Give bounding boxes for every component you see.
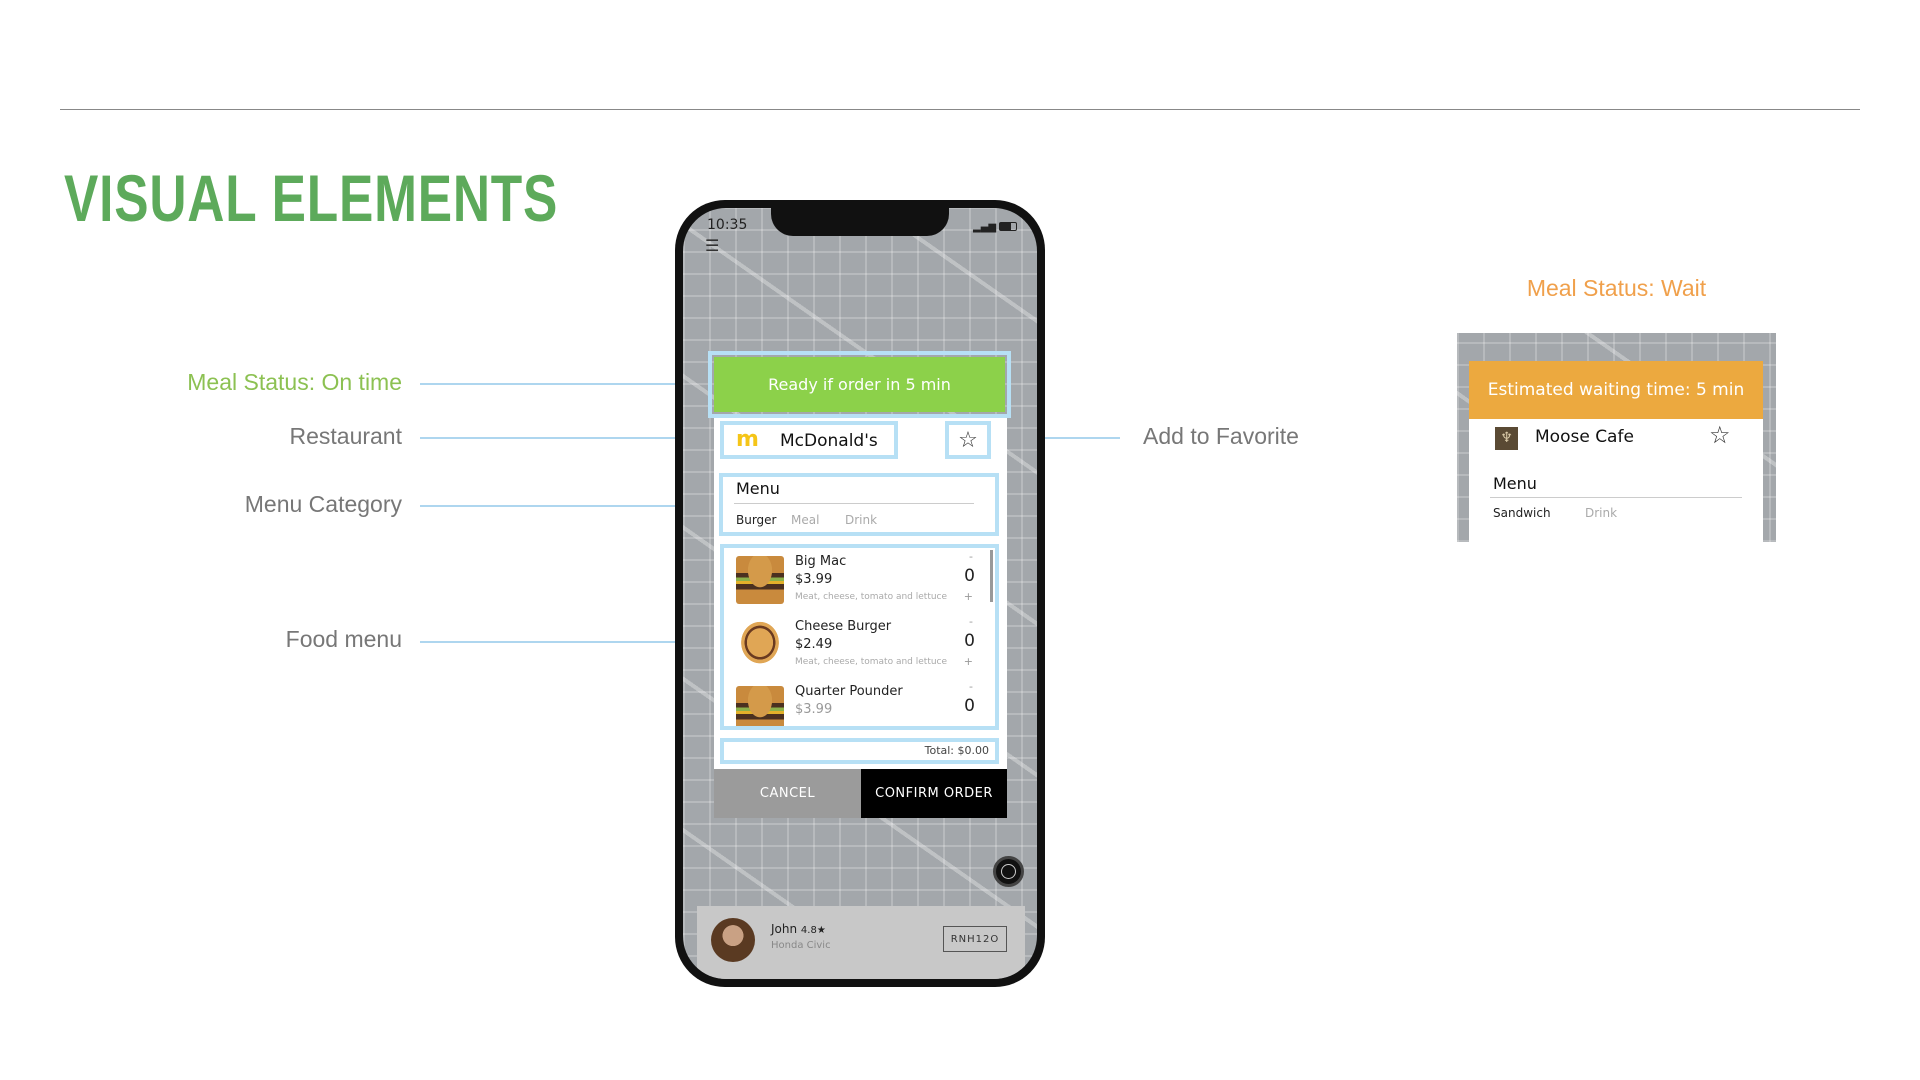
item-name: Cheese Burger bbox=[795, 619, 892, 634]
wait-state-preview: Estimated waiting time: 5 min ♆ Moose Ca… bbox=[1457, 333, 1776, 542]
meal-status-banner: Ready if order in 5 min bbox=[714, 357, 1005, 412]
crosshair-icon bbox=[1001, 864, 1016, 879]
decrement-button[interactable]: - bbox=[969, 615, 973, 628]
order-total: Total: $0.00 bbox=[720, 738, 999, 764]
list-item: Big Mac $3.99 Meat, cheese, tomato and l… bbox=[724, 548, 995, 613]
list-item: Quarter Pounder $3.99 - 0 bbox=[724, 678, 995, 726]
quantity: 0 bbox=[964, 631, 975, 651]
mcdonalds-logo-icon: m bbox=[736, 427, 759, 452]
label-meal-status-wait: Meal Status: Wait bbox=[1526, 275, 1707, 301]
leader-line bbox=[420, 383, 710, 385]
food-menu-list: Big Mac $3.99 Meat, cheese, tomato and l… bbox=[720, 544, 999, 730]
restaurant-box: m McDonald's bbox=[720, 421, 898, 459]
quantity: 0 bbox=[964, 696, 975, 716]
cancel-button[interactable]: CANCEL bbox=[714, 769, 861, 818]
license-plate: RNH12O bbox=[943, 926, 1007, 952]
menu-title: Menu bbox=[1493, 474, 1537, 493]
restaurant-name: Moose Cafe bbox=[1535, 427, 1634, 447]
item-price: $3.99 bbox=[795, 572, 833, 587]
label-menu-category: Menu Category bbox=[244, 491, 402, 517]
tab-burger[interactable]: Burger bbox=[736, 513, 777, 527]
favorite-star-icon[interactable]: ☆ bbox=[945, 421, 991, 459]
decrement-button[interactable]: - bbox=[969, 550, 973, 563]
driver-name: John bbox=[771, 922, 798, 936]
tab-drink[interactable]: Drink bbox=[1585, 506, 1617, 520]
tab-meal[interactable]: Meal bbox=[791, 513, 819, 527]
notch bbox=[771, 208, 949, 236]
label-add-to-favorite: Add to Favorite bbox=[1143, 423, 1299, 449]
tab-sandwich[interactable]: Sandwich bbox=[1493, 506, 1551, 520]
increment-button[interactable]: + bbox=[964, 655, 973, 668]
label-meal-status-on-time: Meal Status: On time bbox=[187, 369, 402, 395]
battery-icon bbox=[999, 222, 1017, 231]
page-title: VISUAL ELEMENTS bbox=[64, 161, 559, 235]
favorite-star-icon[interactable]: ☆ bbox=[1709, 421, 1731, 449]
big-mac-image bbox=[736, 556, 784, 604]
restaurant-name: McDonald's bbox=[780, 431, 878, 451]
item-description: Meat, cheese, tomato and lettuce bbox=[795, 592, 948, 602]
item-price: $3.99 bbox=[795, 702, 833, 717]
status-time: 10:35 bbox=[707, 217, 748, 233]
item-price: $2.49 bbox=[795, 637, 833, 652]
signal-icon: ▂▄▆ bbox=[973, 222, 997, 233]
tab-drink[interactable]: Drink bbox=[845, 513, 877, 527]
decrement-button[interactable]: - bbox=[969, 680, 973, 693]
driver-rating: 4.8★ bbox=[800, 925, 826, 936]
increment-button[interactable]: + bbox=[964, 590, 973, 603]
divider bbox=[60, 109, 1860, 110]
divider bbox=[1490, 497, 1742, 498]
menu-title: Menu bbox=[736, 479, 780, 498]
item-description: Meat, cheese, tomato and lettuce bbox=[795, 657, 948, 667]
moose-cafe-logo-icon: ♆ bbox=[1495, 427, 1518, 450]
menu-category-box: Menu Burger Meal Drink bbox=[719, 473, 999, 536]
item-name: Quarter Pounder bbox=[795, 684, 903, 699]
wait-card: ♆ Moose Cafe ☆ Menu Sandwich Drink bbox=[1469, 419, 1763, 542]
item-name: Big Mac bbox=[795, 554, 847, 569]
quarter-pounder-image bbox=[736, 686, 784, 726]
driver-avatar bbox=[711, 918, 755, 962]
label-restaurant: Restaurant bbox=[289, 423, 402, 449]
quantity: 0 bbox=[964, 566, 975, 586]
wait-status-banner: Estimated waiting time: 5 min bbox=[1469, 361, 1763, 419]
locate-button[interactable] bbox=[993, 856, 1024, 887]
driver-car: Honda Civic bbox=[771, 940, 831, 951]
cheese-burger-image bbox=[736, 621, 784, 669]
menu-icon[interactable]: ☰ bbox=[705, 236, 719, 255]
list-item: Cheese Burger $2.49 Meat, cheese, tomato… bbox=[724, 613, 995, 678]
meal-status-frame: Ready if order in 5 min bbox=[708, 351, 1011, 418]
divider bbox=[734, 503, 974, 504]
label-food-menu: Food menu bbox=[285, 626, 402, 652]
driver-panel: John 4.8★ Honda Civic RNH12O bbox=[697, 906, 1025, 979]
confirm-order-button[interactable]: CONFIRM ORDER bbox=[861, 769, 1007, 818]
